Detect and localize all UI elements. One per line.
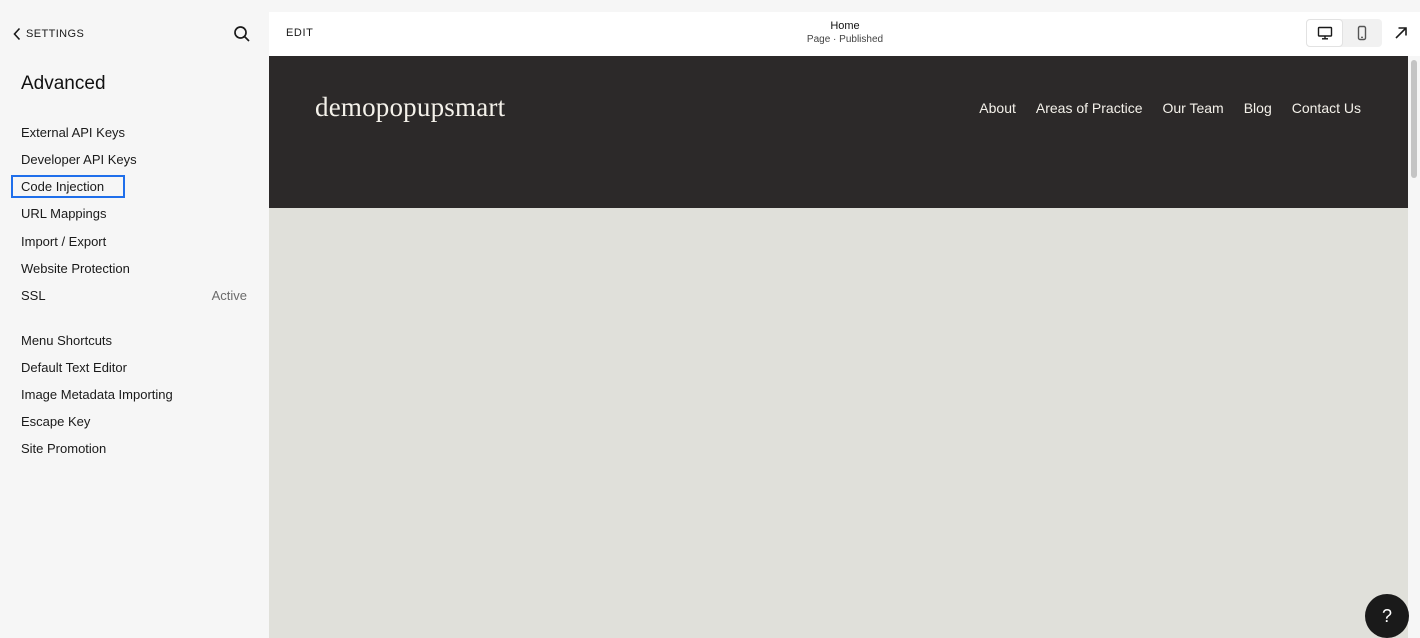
chevron-left-icon xyxy=(13,27,21,41)
site-preview-frame: EDIT Home Page · Published demopopupsmar… xyxy=(269,12,1420,638)
preview-toolbar: EDIT Home Page · Published xyxy=(269,12,1420,56)
preview-scrollbar[interactable] xyxy=(1408,56,1420,638)
page-info: Home Page · Published xyxy=(749,20,941,45)
menu-item-label: Developer API Keys xyxy=(21,151,137,167)
menu-item-import-export[interactable]: Import / Export xyxy=(21,230,247,252)
menu-item-label: Image Metadata Importing xyxy=(21,386,173,402)
help-button[interactable]: ? xyxy=(1365,594,1409,638)
open-site-button[interactable] xyxy=(1393,25,1409,41)
search-icon xyxy=(234,26,250,42)
desktop-view-button[interactable] xyxy=(1306,19,1343,47)
menu-item-label: External API Keys xyxy=(21,124,126,140)
menu-item-label: Code Injection xyxy=(10,174,126,198)
back-link-label: SETTINGS xyxy=(26,28,85,40)
mobile-icon xyxy=(1357,25,1366,41)
menu-item-url-mappings[interactable]: URL Mappings xyxy=(21,202,247,224)
site-logo[interactable]: demopopupsmart xyxy=(315,92,505,123)
nav-link-areas-of-practice[interactable]: Areas of Practice xyxy=(1036,100,1143,116)
page-name: Home xyxy=(830,20,860,32)
menu-item-site-promotion[interactable]: Site Promotion xyxy=(21,437,247,459)
nav-link-contact-us[interactable]: Contact Us xyxy=(1292,100,1361,116)
nav-link-our-team[interactable]: Our Team xyxy=(1163,100,1224,116)
menu-item-label: Menu Shortcuts xyxy=(21,332,113,348)
device-view-toggle xyxy=(1306,19,1382,47)
site-navigation: About Areas of Practice Our Team Blog Co… xyxy=(979,100,1361,116)
search-button[interactable] xyxy=(233,25,251,43)
menu-item-menu-shortcuts[interactable]: Menu Shortcuts xyxy=(21,329,247,351)
ssl-status: Active xyxy=(211,287,247,303)
page-status: Page · Published xyxy=(806,34,884,45)
menu-item-escape-key[interactable]: Escape Key xyxy=(21,410,247,432)
menu-item-code-injection[interactable]: Code Injection xyxy=(10,174,247,198)
menu-item-label: Escape Key xyxy=(21,413,91,429)
nav-link-blog[interactable]: Blog xyxy=(1244,100,1272,116)
menu-item-external-api-keys[interactable]: External API Keys xyxy=(21,121,247,143)
nav-link-about[interactable]: About xyxy=(979,100,1016,116)
site-body xyxy=(269,208,1408,638)
menu-item-label: URL Mappings xyxy=(21,205,107,221)
menu-item-image-metadata-importing[interactable]: Image Metadata Importing xyxy=(21,383,247,405)
panel-title: Advanced xyxy=(21,73,106,94)
external-arrow-icon xyxy=(1395,27,1407,39)
menu-item-label: Site Promotion xyxy=(21,440,107,456)
site-header: demopopupsmart About Areas of Practice O… xyxy=(269,56,1408,208)
mobile-view-button[interactable] xyxy=(1343,19,1380,47)
menu-item-label: SSL xyxy=(21,287,46,303)
edit-button[interactable]: EDIT xyxy=(286,27,313,39)
menu-item-website-protection[interactable]: Website Protection xyxy=(21,257,247,279)
menu-item-label: Default Text Editor xyxy=(21,359,127,375)
scrollbar-thumb[interactable] xyxy=(1411,60,1417,178)
settings-sidebar: SETTINGS Advanced External API Keys Deve… xyxy=(0,0,268,638)
menu-item-developer-api-keys[interactable]: Developer API Keys xyxy=(21,148,247,170)
menu-item-label: Website Protection xyxy=(21,260,130,276)
back-to-settings-link[interactable]: SETTINGS xyxy=(12,26,84,42)
menu-item-label: Import / Export xyxy=(21,233,107,249)
menu-item-default-text-editor[interactable]: Default Text Editor xyxy=(21,356,247,378)
desktop-icon xyxy=(1317,26,1332,40)
menu-item-ssl[interactable]: SSL Active xyxy=(21,284,247,306)
